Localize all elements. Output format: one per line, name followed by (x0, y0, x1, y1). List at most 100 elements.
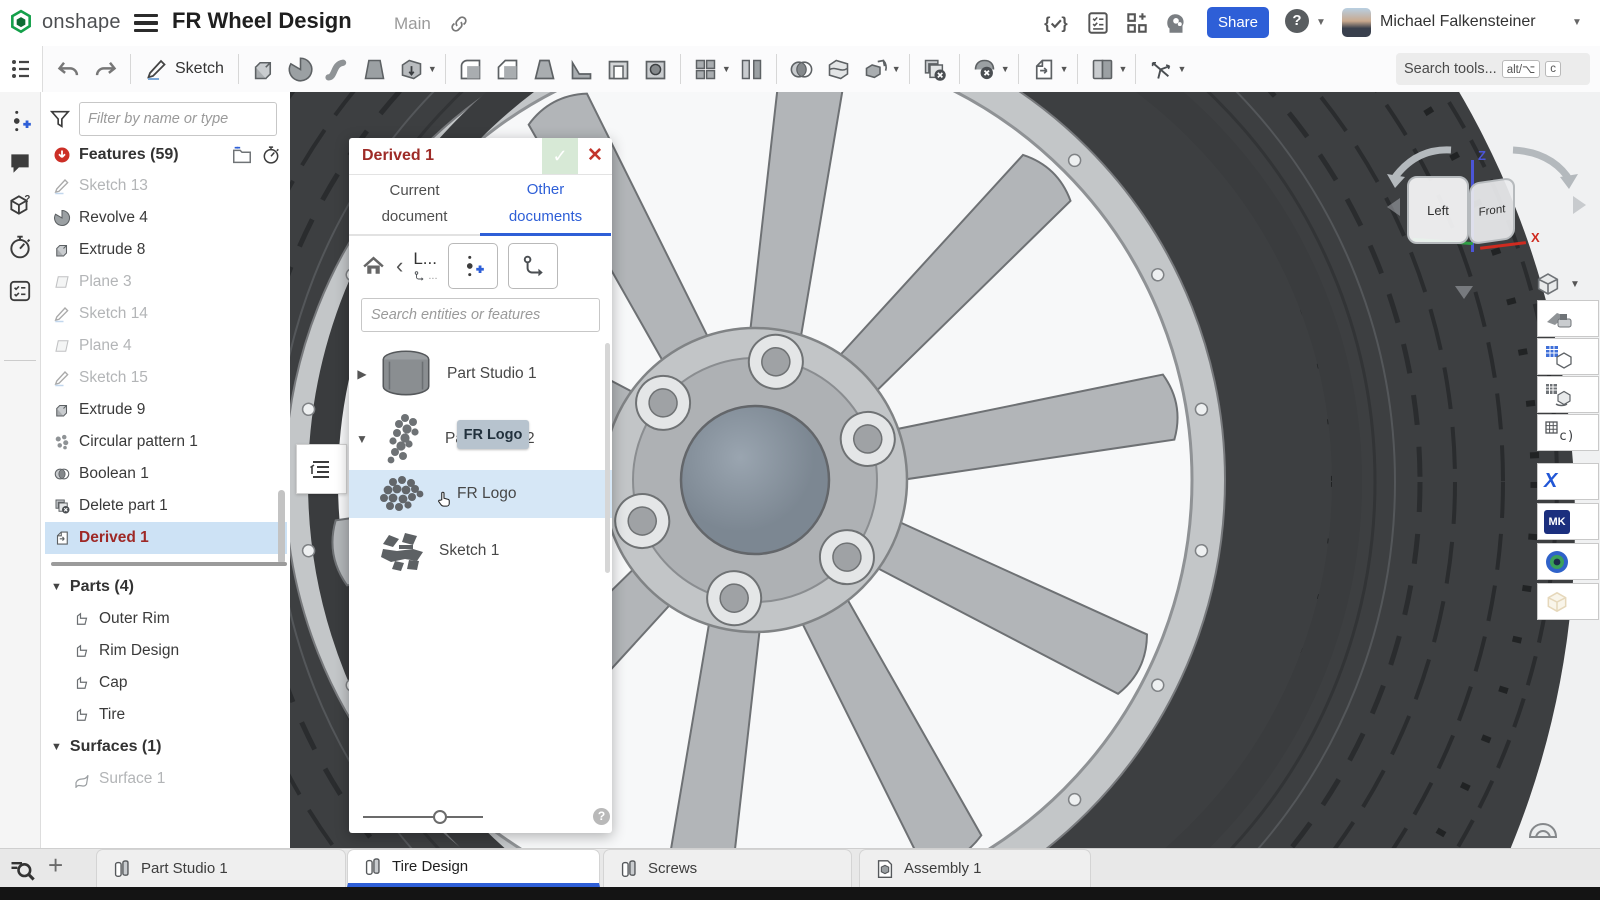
feature-item[interactable]: Circular pattern 1 (45, 426, 287, 458)
derived-caret-icon[interactable]: ▼ (1060, 64, 1069, 74)
feature-item[interactable]: Sketch 14 (45, 298, 287, 330)
tab-part-studio-1[interactable]: Part Studio 1 (96, 849, 346, 887)
panel-collapse-button[interactable] (296, 444, 347, 494)
boolean-icon[interactable] (788, 56, 815, 83)
feature-item[interactable]: Extrude 9 (45, 394, 287, 426)
dialog-close-button[interactable]: ✕ (578, 138, 612, 174)
home-icon[interactable] (361, 254, 386, 279)
search-tabs-icon[interactable] (8, 855, 36, 883)
user-avatar[interactable] (1342, 8, 1371, 37)
chamfer-icon[interactable] (494, 56, 521, 83)
entity-search-input[interactable] (361, 298, 600, 332)
part-query-icon[interactable] (7, 192, 33, 218)
shell-icon[interactable] (605, 56, 632, 83)
dialog-accept-button[interactable]: ✓ (542, 138, 578, 174)
thicken-caret-icon[interactable]: ▼ (428, 64, 437, 74)
loft-icon[interactable] (361, 56, 388, 83)
delete-part-icon[interactable] (921, 56, 948, 83)
parts-section-header[interactable]: ▼ Parts (4) (51, 578, 134, 596)
rotate-right-arrow-icon[interactable] (1573, 196, 1586, 214)
main-menu-icon[interactable] (134, 14, 158, 32)
rotate-down-arrow-icon[interactable] (1455, 286, 1473, 299)
history-icon[interactable] (7, 234, 33, 260)
rollback-bar[interactable] (51, 562, 287, 566)
derived-tool-icon[interactable] (1030, 56, 1057, 83)
view-options-caret-icon[interactable]: ▼ (1570, 279, 1580, 290)
user-menu-caret-icon[interactable]: ▼ (1572, 17, 1582, 28)
fillet-icon[interactable] (457, 56, 484, 83)
ai-assistant-icon[interactable] (1163, 10, 1189, 36)
extrude-icon[interactable] (250, 56, 277, 83)
surface-tools-icon[interactable] (1089, 56, 1116, 83)
help-button[interactable]: ? (1285, 9, 1309, 33)
tab-other-documents[interactable]: Other documents (480, 174, 611, 236)
help-caret-icon[interactable]: ▼ (1316, 17, 1326, 28)
release-notes-icon[interactable] (7, 278, 33, 304)
rotate-left-arrow-icon[interactable] (1387, 198, 1400, 216)
features-scrollbar[interactable] (278, 490, 285, 564)
feature-item[interactable]: Revolve 4 (45, 202, 287, 234)
onshape-logo[interactable]: onshape (8, 9, 121, 35)
rollback-end-icon[interactable] (53, 146, 71, 164)
feature-history-icon[interactable] (261, 145, 281, 165)
part-item[interactable]: Tire (73, 706, 125, 724)
new-folder-icon[interactable] (231, 144, 253, 166)
delete-face-caret-icon[interactable]: ▼ (1001, 64, 1010, 74)
mirror-icon[interactable] (738, 56, 765, 83)
transform-caret-icon[interactable]: ▼ (892, 64, 901, 74)
new-tab-button[interactable]: + (48, 853, 63, 877)
search-tools-button[interactable]: Search tools... alt/⌥ c (1396, 53, 1590, 85)
document-breadcrumb[interactable]: L... ... (413, 250, 437, 282)
split-icon[interactable] (825, 56, 852, 83)
surface-caret-icon[interactable]: ▼ (1119, 64, 1128, 74)
part-item[interactable]: Outer Rim (73, 610, 170, 628)
insert-version-icon[interactable] (7, 108, 33, 134)
sketch-button[interactable]: Sketch (145, 57, 224, 81)
share-link-icon[interactable] (448, 13, 470, 35)
custom-tool-section-button[interactable] (1537, 300, 1599, 337)
surfaces-section-header[interactable]: ▼ Surfaces (1) (51, 738, 161, 756)
tree-item-fr-logo[interactable]: FR Logo (349, 470, 612, 518)
custom-app-globe-button[interactable] (1537, 543, 1599, 580)
sweep-icon[interactable] (324, 56, 351, 83)
user-name[interactable]: Michael Falkensteiner (1380, 13, 1536, 31)
tab-tire-design[interactable]: Tire Design (347, 849, 600, 887)
feature-item[interactable]: Plane 3 (45, 266, 287, 298)
release-checklist-icon[interactable] (1085, 10, 1111, 36)
share-button[interactable]: Share (1207, 7, 1269, 38)
view-cube-front-face[interactable]: Front (1469, 177, 1515, 245)
feature-item[interactable]: Delete part 1 (45, 490, 287, 522)
thicken-icon[interactable] (398, 56, 425, 83)
feature-item[interactable]: Plane 4 (45, 330, 287, 362)
mate-connector-caret-icon[interactable]: ▼ (1177, 64, 1186, 74)
tab-assembly-1[interactable]: Assembly 1 (859, 849, 1091, 887)
tab-current-document[interactable]: Current document (349, 174, 480, 236)
filter-input[interactable] (79, 102, 277, 136)
featurescript-check-icon[interactable] (1043, 10, 1069, 36)
feature-item[interactable]: Extrude 8 (45, 234, 287, 266)
custom-app-cube-button[interactable] (1537, 583, 1599, 620)
tree-item-part-studio-2[interactable]: ▼ Part Studio 2 FR Logo (349, 408, 612, 470)
dialog-scrollbar[interactable] (605, 343, 610, 573)
tree-item-part-studio-1[interactable]: ▶ Part Studio 1 (349, 343, 612, 405)
dialog-help-icon[interactable]: ? (593, 808, 610, 825)
filter-icon[interactable] (49, 108, 71, 130)
draft-icon[interactable] (531, 56, 558, 83)
comments-icon[interactable] (7, 150, 33, 176)
custom-tool-mesh-button[interactable] (1537, 338, 1599, 375)
hole-icon[interactable] (642, 56, 669, 83)
back-chevron-icon[interactable]: ‹ (396, 253, 403, 279)
custom-app-x-button[interactable]: X (1537, 463, 1599, 500)
delete-face-icon[interactable] (971, 56, 998, 83)
feature-list-toggle-button[interactable] (0, 46, 43, 92)
tree-item-sketch-1[interactable]: Sketch 1 (349, 522, 612, 580)
feature-item[interactable]: Boolean 1 (45, 458, 287, 490)
undo-icon[interactable] (55, 56, 82, 83)
custom-app-mk-button[interactable]: MK (1537, 503, 1599, 540)
part-item[interactable]: Cap (73, 674, 127, 692)
expand-chevron-icon[interactable]: ▶ (349, 367, 375, 381)
collapse-chevron-icon[interactable]: ▼ (349, 432, 375, 446)
feature-item-selected[interactable]: Derived 1 (45, 522, 287, 554)
rib-icon[interactable] (568, 56, 595, 83)
tab-screws[interactable]: Screws (603, 849, 852, 887)
